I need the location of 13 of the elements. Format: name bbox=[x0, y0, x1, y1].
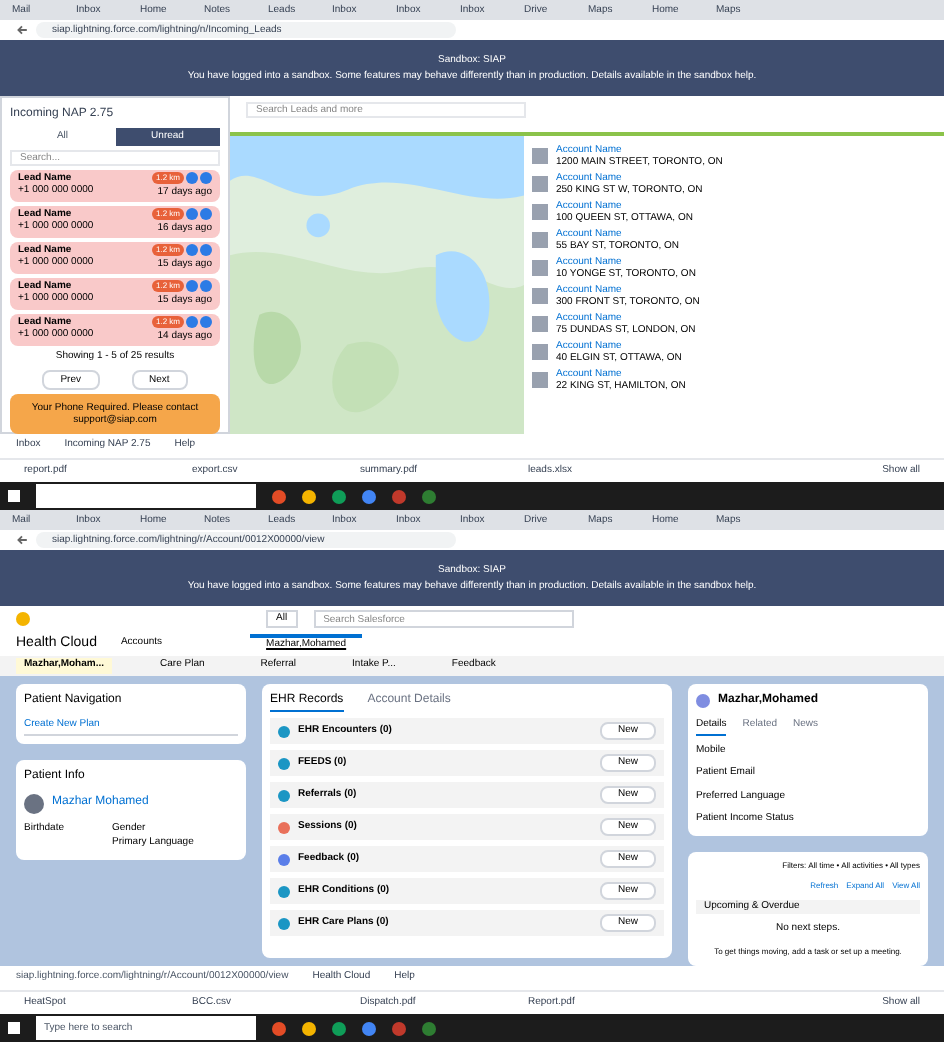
app-icon[interactable] bbox=[302, 489, 316, 503]
app-icon[interactable] bbox=[272, 489, 286, 503]
back-icon[interactable] bbox=[16, 24, 28, 36]
avatar-icon bbox=[24, 793, 44, 813]
app-icon[interactable] bbox=[302, 1021, 316, 1035]
person-icon bbox=[696, 694, 710, 708]
app-icon[interactable] bbox=[332, 489, 346, 503]
back-icon[interactable] bbox=[16, 534, 28, 546]
app-icon[interactable] bbox=[272, 1021, 286, 1035]
logo-icon bbox=[16, 612, 30, 626]
app-icon[interactable] bbox=[362, 1021, 376, 1035]
app-icon[interactable] bbox=[332, 1021, 346, 1035]
app-icon[interactable] bbox=[362, 489, 376, 503]
